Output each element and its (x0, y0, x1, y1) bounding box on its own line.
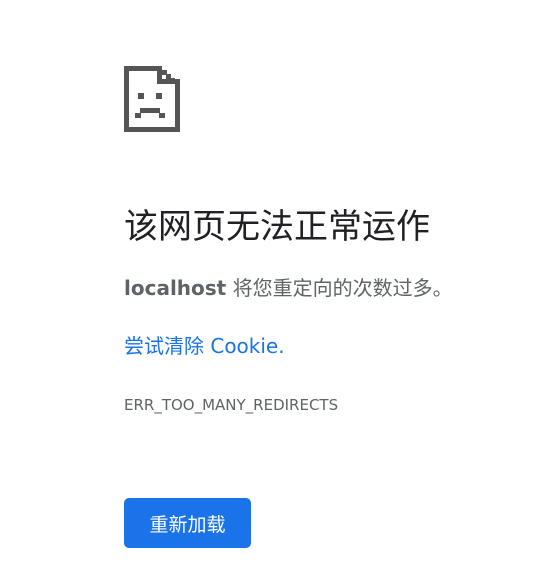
reload-button[interactable]: 重新加载 (124, 498, 251, 548)
summary-message: 将您重定向的次数过多。 (226, 276, 453, 300)
page-title: 该网页无法正常运作 (124, 207, 430, 247)
clear-cookies-link[interactable]: 尝试清除 Cookie. (124, 330, 285, 362)
host-name: localhost (124, 276, 227, 300)
sad-page-icon (124, 66, 180, 132)
error-code: ERR_TOO_MANY_REDIRECTS (124, 396, 339, 414)
error-summary: localhost 将您重定向的次数过多。 (124, 272, 453, 304)
